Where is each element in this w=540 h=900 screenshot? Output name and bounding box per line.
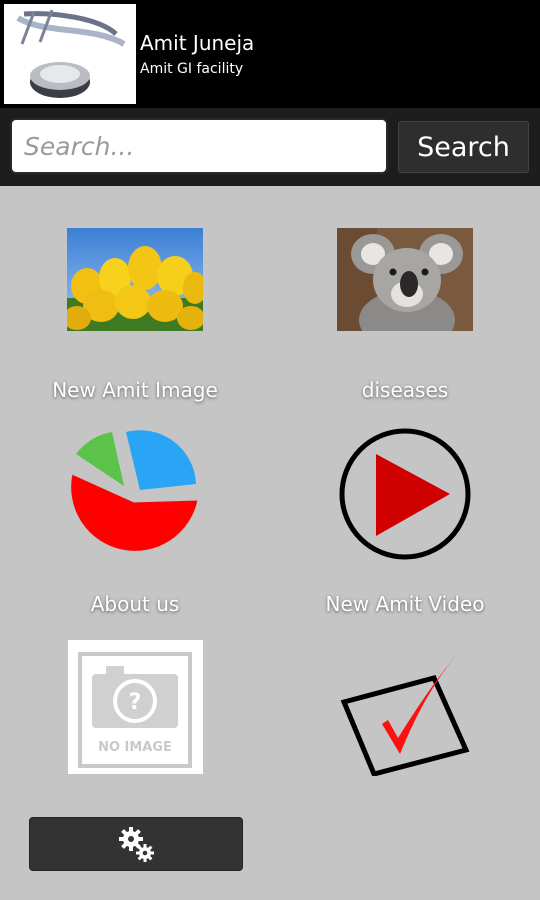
tile-checklist[interactable] (270, 636, 540, 781)
pie-chart-icon (68, 424, 204, 564)
search-input[interactable] (10, 118, 388, 174)
no-image-placeholder: ? NO IMAGE (68, 640, 203, 774)
facility-name: Amit GI facility (140, 61, 244, 77)
svg-text:NO IMAGE: NO IMAGE (98, 740, 172, 755)
tile-no-image[interactable]: ? NO IMAGE (0, 636, 270, 781)
tile-label: diseases (361, 378, 449, 402)
settings-button[interactable] (29, 817, 243, 871)
profile-name: Amit Juneja (140, 31, 255, 55)
koala-image (337, 228, 473, 331)
gears-icon (119, 827, 154, 862)
tile-label: New Amit Video (325, 592, 485, 616)
tile-label: New Amit Image (52, 378, 218, 402)
checkbox-checked-icon (338, 640, 474, 777)
tile-label: About us (90, 592, 180, 616)
search-button[interactable]: Search (398, 121, 529, 173)
stethoscope-icon (4, 4, 136, 104)
tile-about-us[interactable]: About us (0, 420, 270, 620)
tile-new-amit-video[interactable]: New Amit Video (270, 420, 540, 620)
tile-new-amit-image[interactable]: New Amit Image (0, 220, 270, 410)
play-icon (338, 426, 474, 562)
tulips-image (67, 228, 203, 331)
tile-diseases[interactable]: diseases (270, 220, 540, 410)
svg-text:?: ? (129, 690, 142, 715)
